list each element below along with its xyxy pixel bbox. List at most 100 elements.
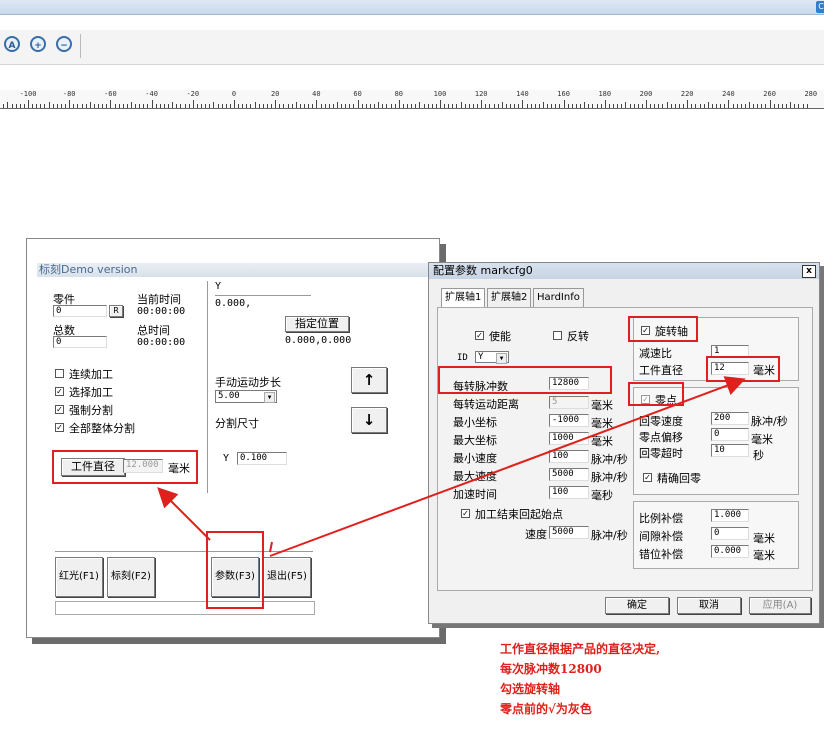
- zoom-in-icon[interactable]: +: [30, 36, 46, 52]
- ruler-tick: [629, 104, 631, 108]
- enable-checkbox[interactable]: ✓: [475, 331, 484, 340]
- zoom-all-icon[interactable]: A: [4, 36, 20, 52]
- down-arrow-icon: ↓: [362, 411, 376, 429]
- set-position-button[interactable]: 指定位置: [285, 316, 349, 332]
- ruler-tick: [518, 104, 520, 108]
- ruler-tick: [431, 104, 433, 108]
- home-timeout-label: 回零超时: [639, 447, 683, 460]
- ruler-tick: [44, 104, 46, 108]
- return-start-checkbox[interactable]: ✓: [461, 509, 470, 518]
- ruler-tick: [670, 104, 672, 108]
- ruler-tick: [468, 104, 470, 108]
- home-timeout-unit: 秒: [753, 449, 764, 462]
- highlight-rotary: [628, 316, 698, 342]
- down-arrow-button[interactable]: ↓: [351, 407, 387, 433]
- exit-button[interactable]: 退出(F5): [263, 557, 311, 597]
- ruler-tick: [217, 104, 219, 108]
- home-speed-field[interactable]: 200: [711, 412, 749, 425]
- accel-field[interactable]: 100: [549, 486, 589, 499]
- force-split-checkbox[interactable]: ✓: [55, 405, 64, 414]
- ruler-label: -20: [186, 90, 200, 98]
- ruler-tick: [225, 104, 227, 108]
- ruler-label: 40: [312, 90, 321, 98]
- all-split-checkbox[interactable]: ✓: [55, 423, 64, 432]
- id-select[interactable]: Y ▼: [475, 351, 509, 364]
- ruler-tick: [641, 104, 643, 108]
- highlight-work-diameter: [706, 356, 780, 382]
- distance-field[interactable]: 5: [549, 396, 589, 409]
- tab-hardinfo[interactable]: HardInfo: [533, 288, 584, 307]
- ratio-comp-field[interactable]: 1.000: [711, 509, 749, 522]
- continuous-checkbox[interactable]: [55, 369, 64, 378]
- horizontal-ruler: -100 -80 -60 -40 -20 0 20 40 60 80 100 120 140 160 180…: [0, 90, 824, 109]
- ruler-tick: [238, 104, 240, 108]
- ruler-label: -40: [145, 90, 158, 98]
- zero-offset-field[interactable]: 0: [711, 428, 749, 441]
- zoom-out-icon[interactable]: −: [56, 36, 72, 52]
- split-y-field[interactable]: 0.100: [237, 452, 287, 465]
- ruler-tick: [411, 104, 413, 108]
- home-timeout-field[interactable]: 10: [711, 444, 749, 457]
- ruler-tick: [349, 104, 351, 108]
- total-field[interactable]: 0: [53, 336, 107, 348]
- select-checkbox[interactable]: ✓: [55, 387, 64, 396]
- ruler-tick: [361, 104, 363, 108]
- reset-button[interactable]: R: [109, 305, 123, 317]
- ruler-tick: [394, 104, 396, 108]
- ruler-tick: [407, 104, 409, 108]
- part-field[interactable]: 0: [53, 305, 107, 317]
- ruler-tick: [118, 104, 120, 108]
- speed-field[interactable]: 5000: [549, 526, 589, 539]
- misalign-comp-label: 错位补偿: [639, 548, 683, 561]
- ruler-tick: [378, 102, 380, 108]
- precise-home-checkbox[interactable]: ✓: [643, 473, 652, 482]
- ruler-tick: [761, 104, 763, 108]
- distance-unit: 毫米: [591, 399, 613, 412]
- toolbar: A + −: [0, 30, 824, 65]
- ruler-tick: [102, 104, 104, 108]
- ruler-tick: [806, 104, 808, 108]
- ruler-tick: [703, 104, 705, 108]
- reverse-checkbox[interactable]: [553, 331, 562, 340]
- ruler-tick: [744, 104, 746, 108]
- return-start-label: 加工结束回起始点: [475, 508, 563, 521]
- id-chevron-down-icon[interactable]: ▼: [496, 353, 507, 364]
- min-coord-field[interactable]: -1000: [549, 414, 589, 427]
- ruler-tick: [646, 100, 647, 108]
- misalign-comp-field[interactable]: 0.000: [711, 545, 749, 558]
- ruler-tick: [608, 104, 610, 108]
- misalign-comp-unit: 毫米: [753, 549, 775, 562]
- tab-axis1[interactable]: 扩展轴1: [441, 288, 486, 307]
- ruler-tick: [555, 104, 557, 108]
- tab-axis2[interactable]: 扩展轴2: [487, 288, 532, 307]
- cancel-button[interactable]: 取消: [677, 597, 741, 614]
- ruler-tick: [147, 104, 149, 108]
- gap-comp-field[interactable]: 0: [711, 527, 749, 540]
- close-icon[interactable]: x: [802, 265, 816, 278]
- manual-step-select[interactable]: 5.00 ▼: [215, 390, 277, 403]
- apply-button[interactable]: 应用(A): [749, 597, 811, 614]
- ruler-tick: [15, 104, 17, 108]
- up-arrow-icon: ↑: [362, 371, 376, 389]
- red-light-button[interactable]: 红光(F1): [55, 557, 103, 597]
- ruler-tick: [36, 104, 38, 108]
- ruler-label: 200: [639, 90, 653, 98]
- ruler-tick: [196, 104, 198, 108]
- up-arrow-button[interactable]: ↑: [351, 367, 387, 393]
- ruler-tick: [398, 100, 400, 108]
- mark-button[interactable]: 标刻(F2): [107, 557, 155, 597]
- ruler-tick: [637, 104, 639, 108]
- ruler-tick: [3, 104, 5, 108]
- max-speed-field[interactable]: 5000: [549, 468, 589, 481]
- ruler-tick: [332, 104, 334, 108]
- help-icon[interactable]: C: [816, 1, 824, 13]
- config-dialog-title: 配置参数 markcfg0: [429, 263, 819, 279]
- max-coord-field[interactable]: 1000: [549, 432, 589, 445]
- y-underline: [215, 295, 311, 296]
- reduction-label: 减速比: [639, 347, 672, 360]
- ok-button[interactable]: 确定: [605, 597, 669, 614]
- ruler-tick: [790, 102, 792, 108]
- ruler-tick: [65, 104, 67, 108]
- min-speed-field[interactable]: 100: [549, 450, 589, 463]
- chevron-down-icon[interactable]: ▼: [264, 392, 275, 403]
